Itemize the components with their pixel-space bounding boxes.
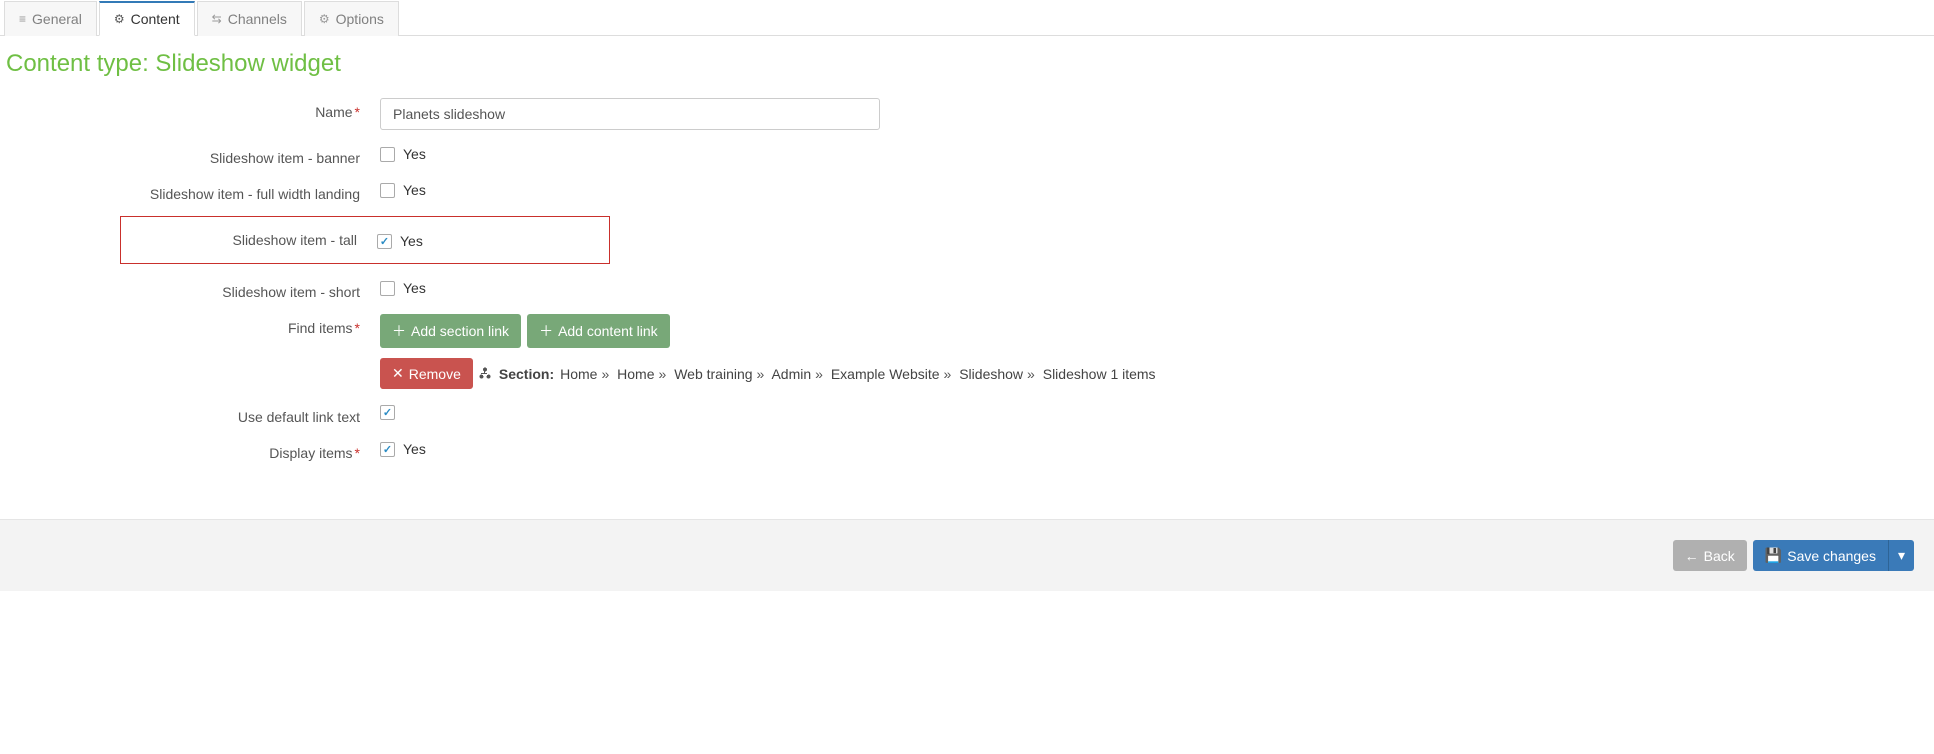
row-find-items: Find items* ＋ Add section link ＋ Add con… — [0, 314, 1934, 389]
label-banner: Slideshow item - banner — [0, 144, 380, 166]
save-changes-button[interactable]: 💾 Save changes — [1753, 540, 1888, 571]
row-tall: Slideshow item - tall Yes — [0, 216, 1934, 264]
gears-icon: ⚙ — [319, 13, 330, 25]
back-button[interactable]: ← Back — [1673, 540, 1747, 571]
name-input[interactable] — [380, 98, 880, 130]
section-label: Section: — [499, 366, 554, 382]
add-content-link-button[interactable]: ＋ Add content link — [527, 314, 670, 348]
label-find-items: Find items* — [0, 314, 380, 336]
required-marker: * — [355, 104, 360, 120]
tab-channels[interactable]: ⇆ Channels — [197, 1, 302, 36]
close-icon: ✕ — [392, 365, 404, 382]
checkbox-default-link-text[interactable] — [380, 405, 395, 420]
row-full-width: Slideshow item - full width landing Yes — [0, 180, 1934, 202]
row-default-link-text: Use default link text — [0, 403, 1934, 425]
checkbox-label: Yes — [403, 280, 426, 296]
save-dropdown-toggle[interactable]: ▾ — [1888, 540, 1914, 571]
tab-label: Channels — [228, 11, 287, 27]
tab-bar: ≡ General ⚙ Content ⇆ Channels ⚙ Options — [0, 0, 1934, 36]
arrow-left-icon: ← — [1685, 548, 1699, 564]
plus-icon: ＋ — [539, 321, 553, 341]
checkbox-display-items[interactable] — [380, 442, 395, 457]
row-display-items: Display items* Yes — [0, 439, 1934, 461]
highlighted-tall-row: Slideshow item - tall Yes — [120, 216, 610, 264]
checkbox-banner[interactable] — [380, 147, 395, 162]
content-form: Name* Slideshow item - banner Yes Slides… — [0, 86, 1934, 501]
caret-down-icon: ▾ — [1898, 547, 1905, 564]
tab-label: Options — [336, 11, 384, 27]
checkbox-label: Yes — [403, 146, 426, 162]
checkbox-label: Yes — [403, 441, 426, 457]
label-full-width: Slideshow item - full width landing — [0, 180, 380, 202]
breadcrumb: Home» Home» Web training» Admin» Example… — [560, 366, 1155, 382]
footer-bar: ← Back 💾 Save changes ▾ — [0, 519, 1934, 591]
row-name: Name* — [0, 98, 1934, 130]
sliders-icon: ≡ — [19, 13, 26, 25]
checkbox-label: Yes — [400, 233, 423, 249]
tab-label: Content — [131, 11, 180, 27]
sitemap-icon: ⇆ — [212, 13, 222, 25]
sitemap-icon — [479, 366, 491, 382]
row-short: Slideshow item - short Yes — [0, 278, 1934, 300]
save-icon: 💾 — [1765, 547, 1782, 564]
checkbox-label: Yes — [403, 182, 426, 198]
tab-general[interactable]: ≡ General — [4, 1, 97, 36]
plus-icon: ＋ — [392, 321, 406, 341]
required-marker: * — [355, 445, 360, 461]
tab-content[interactable]: ⚙ Content — [99, 1, 195, 36]
label-tall: Slideshow item - tall — [133, 232, 377, 248]
tab-options[interactable]: ⚙ Options — [304, 1, 399, 36]
required-marker: * — [355, 320, 360, 336]
checkbox-tall[interactable] — [377, 234, 392, 249]
remove-button[interactable]: ✕ Remove — [380, 358, 473, 389]
page-title: Content type: Slideshow widget — [0, 36, 1934, 86]
section-entry: ✕ Remove Section: Home» Home» Web traini… — [380, 358, 1156, 389]
label-default-link-text: Use default link text — [0, 403, 380, 425]
add-section-link-button[interactable]: ＋ Add section link — [380, 314, 521, 348]
label-display-items: Display items* — [0, 439, 380, 461]
label-name: Name* — [0, 98, 380, 120]
label-short: Slideshow item - short — [0, 278, 380, 300]
cubes-icon: ⚙ — [114, 13, 125, 25]
checkbox-full-width[interactable] — [380, 183, 395, 198]
checkbox-short[interactable] — [380, 281, 395, 296]
row-banner: Slideshow item - banner Yes — [0, 144, 1934, 166]
tab-label: General — [32, 11, 82, 27]
